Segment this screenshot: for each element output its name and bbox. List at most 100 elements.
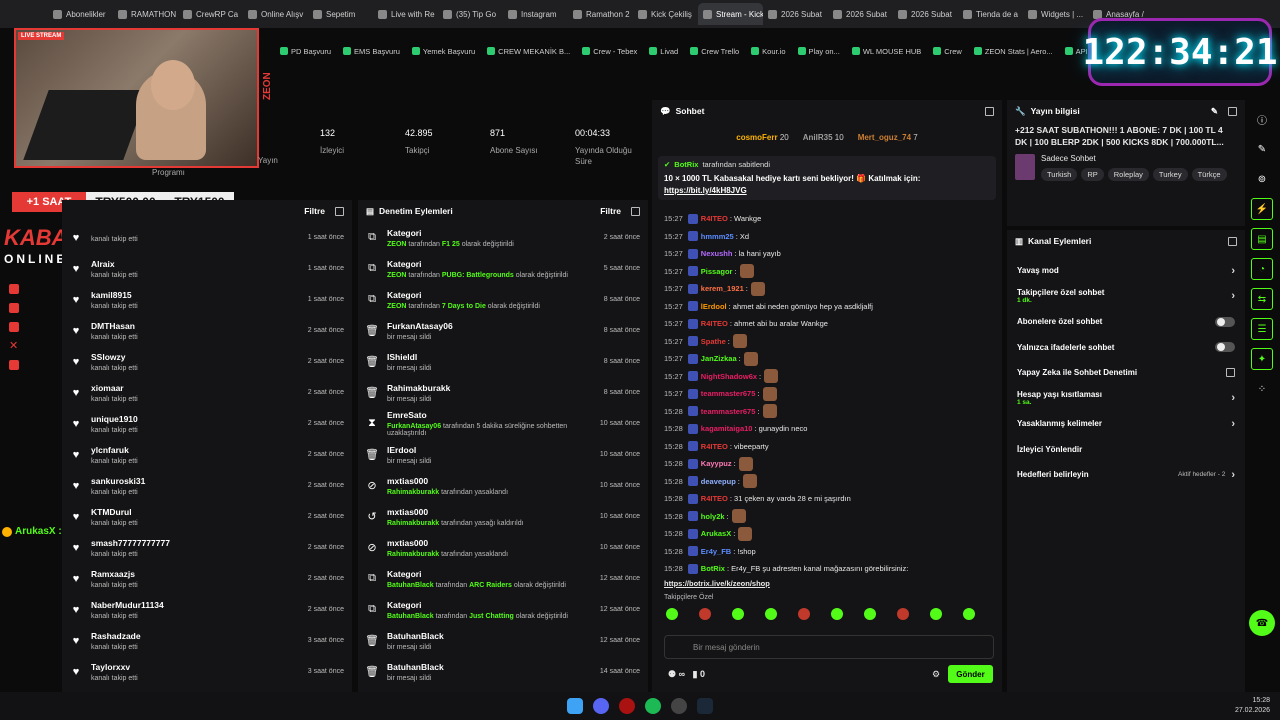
emote-icon[interactable]: [765, 607, 777, 620]
browser-tab[interactable]: Sepetim: [308, 3, 373, 25]
bolt-icon[interactable]: ⚡: [1251, 198, 1273, 220]
chat-username[interactable]: Spathe: [701, 337, 726, 346]
x-icon[interactable]: ✕: [9, 341, 19, 352]
follower-name[interactable]: ylcnfaruk: [91, 445, 308, 455]
popout-icon[interactable]: [985, 106, 994, 116]
share-icon[interactable]: ⁘: [1251, 378, 1273, 400]
shop-link[interactable]: https://botrix.live/k/zeon/shop: [664, 579, 770, 588]
chat-username[interactable]: R4ITEO: [701, 442, 728, 451]
chat-username[interactable]: JanZizkaa: [701, 354, 737, 363]
toggle-switch[interactable]: [1215, 316, 1235, 327]
browser-tab[interactable]: Abonelikler: [48, 3, 113, 25]
browser-tab[interactable]: Widgets | ...: [1023, 3, 1088, 25]
emote-icon[interactable]: [963, 607, 975, 620]
edit-icon[interactable]: ✎: [1211, 106, 1218, 117]
mod-filter-button[interactable]: Filtre: [600, 206, 621, 216]
steam-icon[interactable]: [697, 698, 713, 714]
chat-username[interactable]: R4ITEO: [701, 319, 728, 328]
popout-icon[interactable]: [631, 206, 640, 216]
toggle-switch[interactable]: [1215, 342, 1235, 353]
bookmark-item[interactable]: Yemek Başvuru: [411, 47, 475, 56]
opera-icon[interactable]: [619, 698, 635, 714]
follower-name[interactable]: DMTHasan: [91, 321, 308, 331]
dashboard-icon[interactable]: [9, 284, 19, 294]
chat-username[interactable]: deavepup: [701, 477, 736, 486]
channel-action[interactable]: İzleyici Yönlendir: [1007, 437, 1245, 463]
mod-action-name[interactable]: IShieldl: [387, 352, 604, 362]
mod-action-name[interactable]: BatuhanBlack: [387, 662, 600, 672]
obs-icon[interactable]: [671, 698, 687, 714]
follower-name[interactable]: SSlowzy: [91, 352, 308, 362]
channel-action[interactable]: Yapay Zeka ile Sohbet Denetimi: [1007, 360, 1245, 386]
bookmark-item[interactable]: EMS Başvuru: [343, 47, 400, 56]
mod-action-name[interactable]: FurkanAtasay06: [387, 321, 604, 331]
discord-icon[interactable]: [593, 698, 609, 714]
mod-action-name[interactable]: mxtias000: [387, 476, 600, 486]
browser-tab[interactable]: Tienda de a: [958, 3, 1023, 25]
popout-icon[interactable]: [1228, 236, 1237, 246]
chat-username[interactable]: Nexushh: [701, 249, 733, 258]
follower-name[interactable]: NaberMudur11134: [91, 600, 308, 610]
chat-username[interactable]: holy2k: [701, 512, 725, 521]
follower-name[interactable]: Alraix: [91, 259, 308, 269]
mod-action-name[interactable]: Rahimakburakk: [387, 383, 604, 393]
info-icon[interactable]: ⓘ: [1251, 108, 1273, 130]
follower-filter-button[interactable]: Filtre: [304, 206, 325, 216]
stream-tag[interactable]: Turkish: [1041, 168, 1078, 181]
emote-icon[interactable]: [699, 607, 711, 620]
stream-tag[interactable]: Roleplay: [1107, 168, 1149, 181]
channel-action[interactable]: Hesap yaşı kısıtlaması 1 sa. ›: [1007, 386, 1245, 412]
chat-username[interactable]: teammaster675: [701, 389, 756, 398]
follower-name[interactable]: kamil8915: [91, 290, 308, 300]
follower-name[interactable]: xiomaar: [91, 383, 308, 393]
mod-action-name[interactable]: Kategori: [387, 569, 600, 579]
chat-username[interactable]: lErdool: [701, 302, 727, 311]
follower-name[interactable]: unique1910: [91, 414, 308, 424]
bookmark-item[interactable]: PD Başvuru: [280, 47, 331, 56]
chat-username[interactable]: teammaster675: [701, 407, 756, 416]
bookmark-item[interactable]: WL MOUSE HUB: [851, 47, 921, 56]
browser-tab[interactable]: 2026 Subat: [828, 3, 893, 25]
mod-action-name[interactable]: mxtias000: [387, 538, 600, 548]
channel-action[interactable]: Takipçilere özel sohbet 1 dk. ›: [1007, 284, 1245, 310]
list-icon[interactable]: ☰: [1251, 318, 1273, 340]
windows-start-icon[interactable]: [567, 698, 583, 714]
chat-message-input[interactable]: Bir mesaj gönderin: [664, 635, 994, 659]
chat-username[interactable]: R4ITEO: [701, 494, 728, 503]
emote-icon[interactable]: [732, 607, 744, 620]
mod-action-name[interactable]: EmreSato: [387, 410, 600, 420]
chat-username[interactable]: hmmm25: [701, 232, 734, 241]
top-supporter[interactable]: cosmoFerr 20: [736, 133, 789, 142]
mod-action-name[interactable]: Kategori: [387, 290, 604, 300]
follower-name[interactable]: KTMDurul: [91, 507, 308, 517]
browser-tab[interactable]: Ramathon 2: [568, 3, 633, 25]
chat-username[interactable]: R4ITEO: [701, 214, 728, 223]
pencil-icon[interactable]: ✎: [1251, 138, 1273, 160]
emote-icon[interactable]: [831, 607, 843, 620]
stream-tag[interactable]: RP: [1081, 168, 1104, 181]
record-icon[interactable]: ⊚: [1251, 168, 1273, 190]
mod-action-name[interactable]: mxtias000: [387, 507, 600, 517]
mod-action-name[interactable]: Kategori: [387, 228, 604, 238]
follower-name[interactable]: Rashadzade: [91, 631, 308, 641]
mod-action-name[interactable]: lErdool: [387, 445, 600, 455]
browser-tab[interactable]: Live with Re: [373, 3, 438, 25]
wrench-icon[interactable]: ✦: [1251, 348, 1273, 370]
follower-name[interactable]: Taylorxxv: [91, 662, 308, 672]
mod-action-name[interactable]: BatuhanBlack: [387, 631, 600, 641]
top-supporter[interactable]: AnilR35 10: [803, 133, 844, 142]
send-button[interactable]: Gönder: [948, 665, 993, 683]
chat-icon[interactable]: [9, 303, 19, 313]
chat-icon[interactable]: ◔: [1251, 258, 1273, 280]
follower-name[interactable]: smash77777777777: [91, 538, 308, 548]
raid-icon[interactable]: ⇆: [1251, 288, 1273, 310]
bookmark-item[interactable]: Play on...: [797, 47, 840, 56]
chat-username[interactable]: Kayypuz: [701, 459, 732, 468]
note-icon[interactable]: ▤: [1251, 228, 1273, 250]
chat-username[interactable]: kagamitaiga10: [701, 424, 753, 433]
chat-username[interactable]: BotRix: [701, 564, 725, 573]
mod-action-name[interactable]: Kategori: [387, 259, 604, 269]
channel-action[interactable]: Abonelere özel sohbet: [1007, 309, 1245, 335]
browser-tab[interactable]: RAMATHON: [113, 3, 178, 25]
channel-action[interactable]: Yasaklanmış kelimeler ›: [1007, 411, 1245, 437]
